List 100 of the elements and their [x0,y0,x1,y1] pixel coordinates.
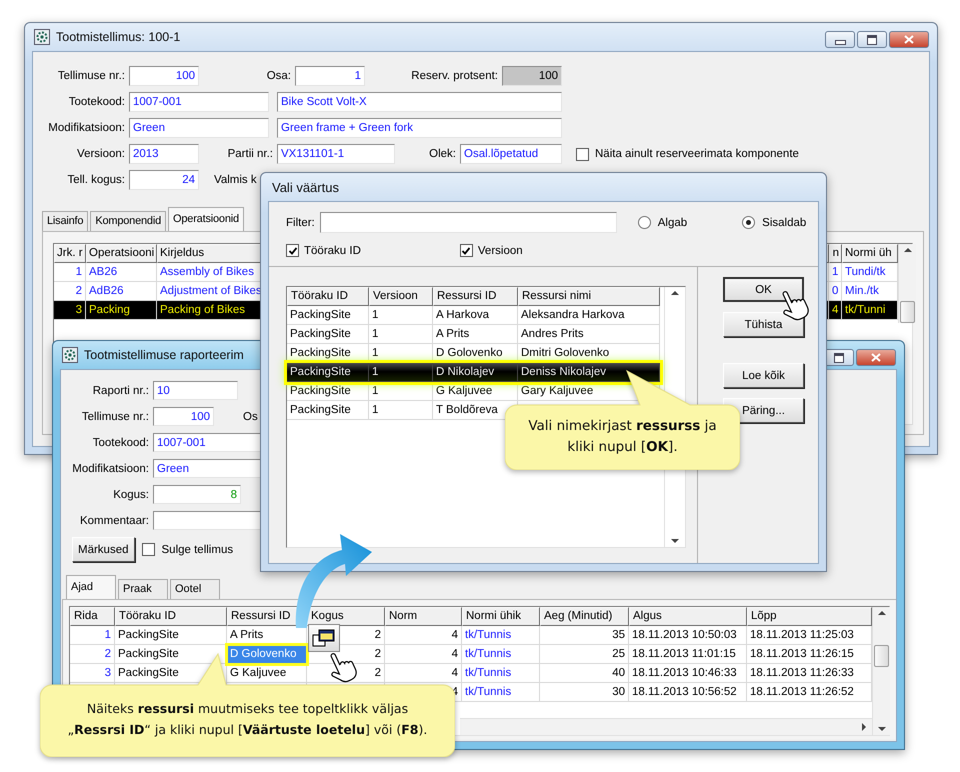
input-field: 100 [502,66,562,86]
scrollbar[interactable] [872,607,890,735]
input-field[interactable]: Osal.lõpetatud [460,144,562,164]
arrow-down-icon[interactable] [878,727,886,731]
arrow-right-icon[interactable] [862,723,866,731]
input-field[interactable]: VX131101-1 [277,144,395,164]
minimize-button[interactable] [825,31,855,48]
input-field[interactable]: 8 [153,485,241,504]
dialog-button[interactable]: Tühista [723,312,804,337]
checkbox[interactable] [576,148,589,160]
maximize-button[interactable] [824,349,854,366]
radio-label: Sisaldab [762,216,806,228]
arrow-down-icon[interactable] [671,539,679,543]
table-cell: tk/Tunnis [462,664,540,683]
table-cell: 1 [829,263,842,282]
maximize-icon [867,34,877,44]
table-cell: tk/Tunnis [462,683,540,702]
dialog-button[interactable]: Loe kõik [723,363,804,388]
column-header: Ressursi ID [433,287,518,306]
app-icon [34,29,50,45]
input-field[interactable]: 1007-001 [129,92,269,112]
scroll-thumb[interactable] [874,645,889,667]
table-row[interactable]: PackingSite 1 D Nikolajev Deniss Nikolajev [287,363,660,382]
radio-label: Algab [658,216,688,228]
field-label: Os [243,410,258,422]
app-icon [62,347,78,363]
tab[interactable]: Praak [118,579,168,599]
field-label: Modifikatsioon: [72,462,149,474]
callout-text: Näiteks ressursi muutmiseks tee topeltklikk väljas „Ressrsi ID“ ja kliki nupul [Väärtuste loetelu] või (F8). [66,700,428,739]
input-field[interactable]: Green [129,118,269,138]
tab[interactable]: Ajad [66,575,116,599]
input-field[interactable]: Green frame + Green fork [277,118,562,138]
table-cell: 18.11.2013 10:50:03 [629,626,747,645]
table-cell: D Nikolajev [433,363,518,382]
field-label: Modifikatsioon: [48,122,125,134]
field-label: Raporti nr.: [92,384,149,396]
table-row[interactable]: PackingSite 1 A Prits Andres Prits [287,325,660,344]
close-icon [904,35,914,44]
table-cell: G Kaljuvee [433,382,518,401]
tab[interactable]: Lisainfo [42,211,88,231]
field-label: Valmis k [214,174,257,186]
window-title: Tootmistellimuse raporteerim [84,348,244,362]
tab[interactable]: Ootel [170,579,220,599]
radio-button[interactable] [742,216,756,229]
input-field[interactable]: 100 [153,407,214,426]
column-header: Ressursi nimi [518,287,660,306]
value-list-icon[interactable] [308,624,340,652]
maximize-icon [834,352,844,362]
input-field[interactable]: 24 [129,170,199,190]
field-label: Tootekood: [92,436,149,448]
close-button[interactable] [856,349,896,366]
close-icon [871,353,881,362]
column-header: Aeg (Minutid) [540,607,629,626]
input-field[interactable]: Bike Scott Volt-X [277,92,562,112]
table-cell: 3 [54,301,86,320]
tab[interactable]: Komponendid [90,211,166,231]
field-label: Kogus: [113,488,149,500]
scrollbar[interactable] [460,718,872,735]
table-cell: 18.11.2013 10:56:52 [629,683,747,702]
input-field[interactable]: 2013 [129,144,199,164]
table-cell: 1 [369,325,433,344]
table-cell: AB26 [86,263,157,282]
checkbox[interactable] [460,244,473,257]
table-cell: tk/Tunnis [462,626,540,645]
table-cell: 2 [70,645,115,664]
filter-label: Filter: [286,216,315,228]
table-row[interactable]: PackingSite 1 A Harkova Aleksandra Harkova [287,306,660,325]
table-cell[interactable]: G Kaljuvee [227,664,307,683]
table-cell: 1 [70,626,115,645]
checkbox-label: Tööraku ID [304,244,361,256]
input-field[interactable]: 100 [129,66,199,86]
table-cell: A Harkova [433,306,518,325]
table-cell: 30 [540,683,629,702]
minimize-icon [834,40,846,45]
maximize-button[interactable] [857,31,887,48]
table-cell: 35 [540,626,629,645]
notes-button[interactable]: Märkused [72,537,134,562]
arrow-up-icon[interactable] [671,291,679,295]
dialog-button[interactable]: OK [723,277,804,302]
checkbox[interactable] [142,543,154,556]
window-title: Tootmistellimus: 100-1 [56,30,180,44]
scrollbar[interactable] [898,244,916,323]
scroll-thumb[interactable] [900,301,915,323]
table-cell: 18.11.2013 10:46:33 [629,664,747,683]
table-cell[interactable]: D Golovenko [227,645,307,664]
table-cell: Packing [86,301,157,320]
arrow-up-icon[interactable] [878,611,886,615]
close-button[interactable] [889,31,929,48]
tab[interactable]: Operatsioonid [168,207,244,231]
table-cell: Andres Prits [518,325,660,344]
table-cell: 4 [385,664,462,683]
radio-button[interactable] [638,216,651,229]
table-cell: PackingSite [287,401,369,420]
table-cell: 4 [829,301,842,320]
callout-text: Vali nimekirjast ressurss ja kliki nupul [OK]. [527,417,718,457]
input-field[interactable]: 10 [153,381,238,400]
filter-field[interactable] [320,212,617,233]
input-field[interactable]: 1 [295,66,365,86]
arrow-up-icon[interactable] [904,248,912,252]
checkbox[interactable] [286,244,299,257]
